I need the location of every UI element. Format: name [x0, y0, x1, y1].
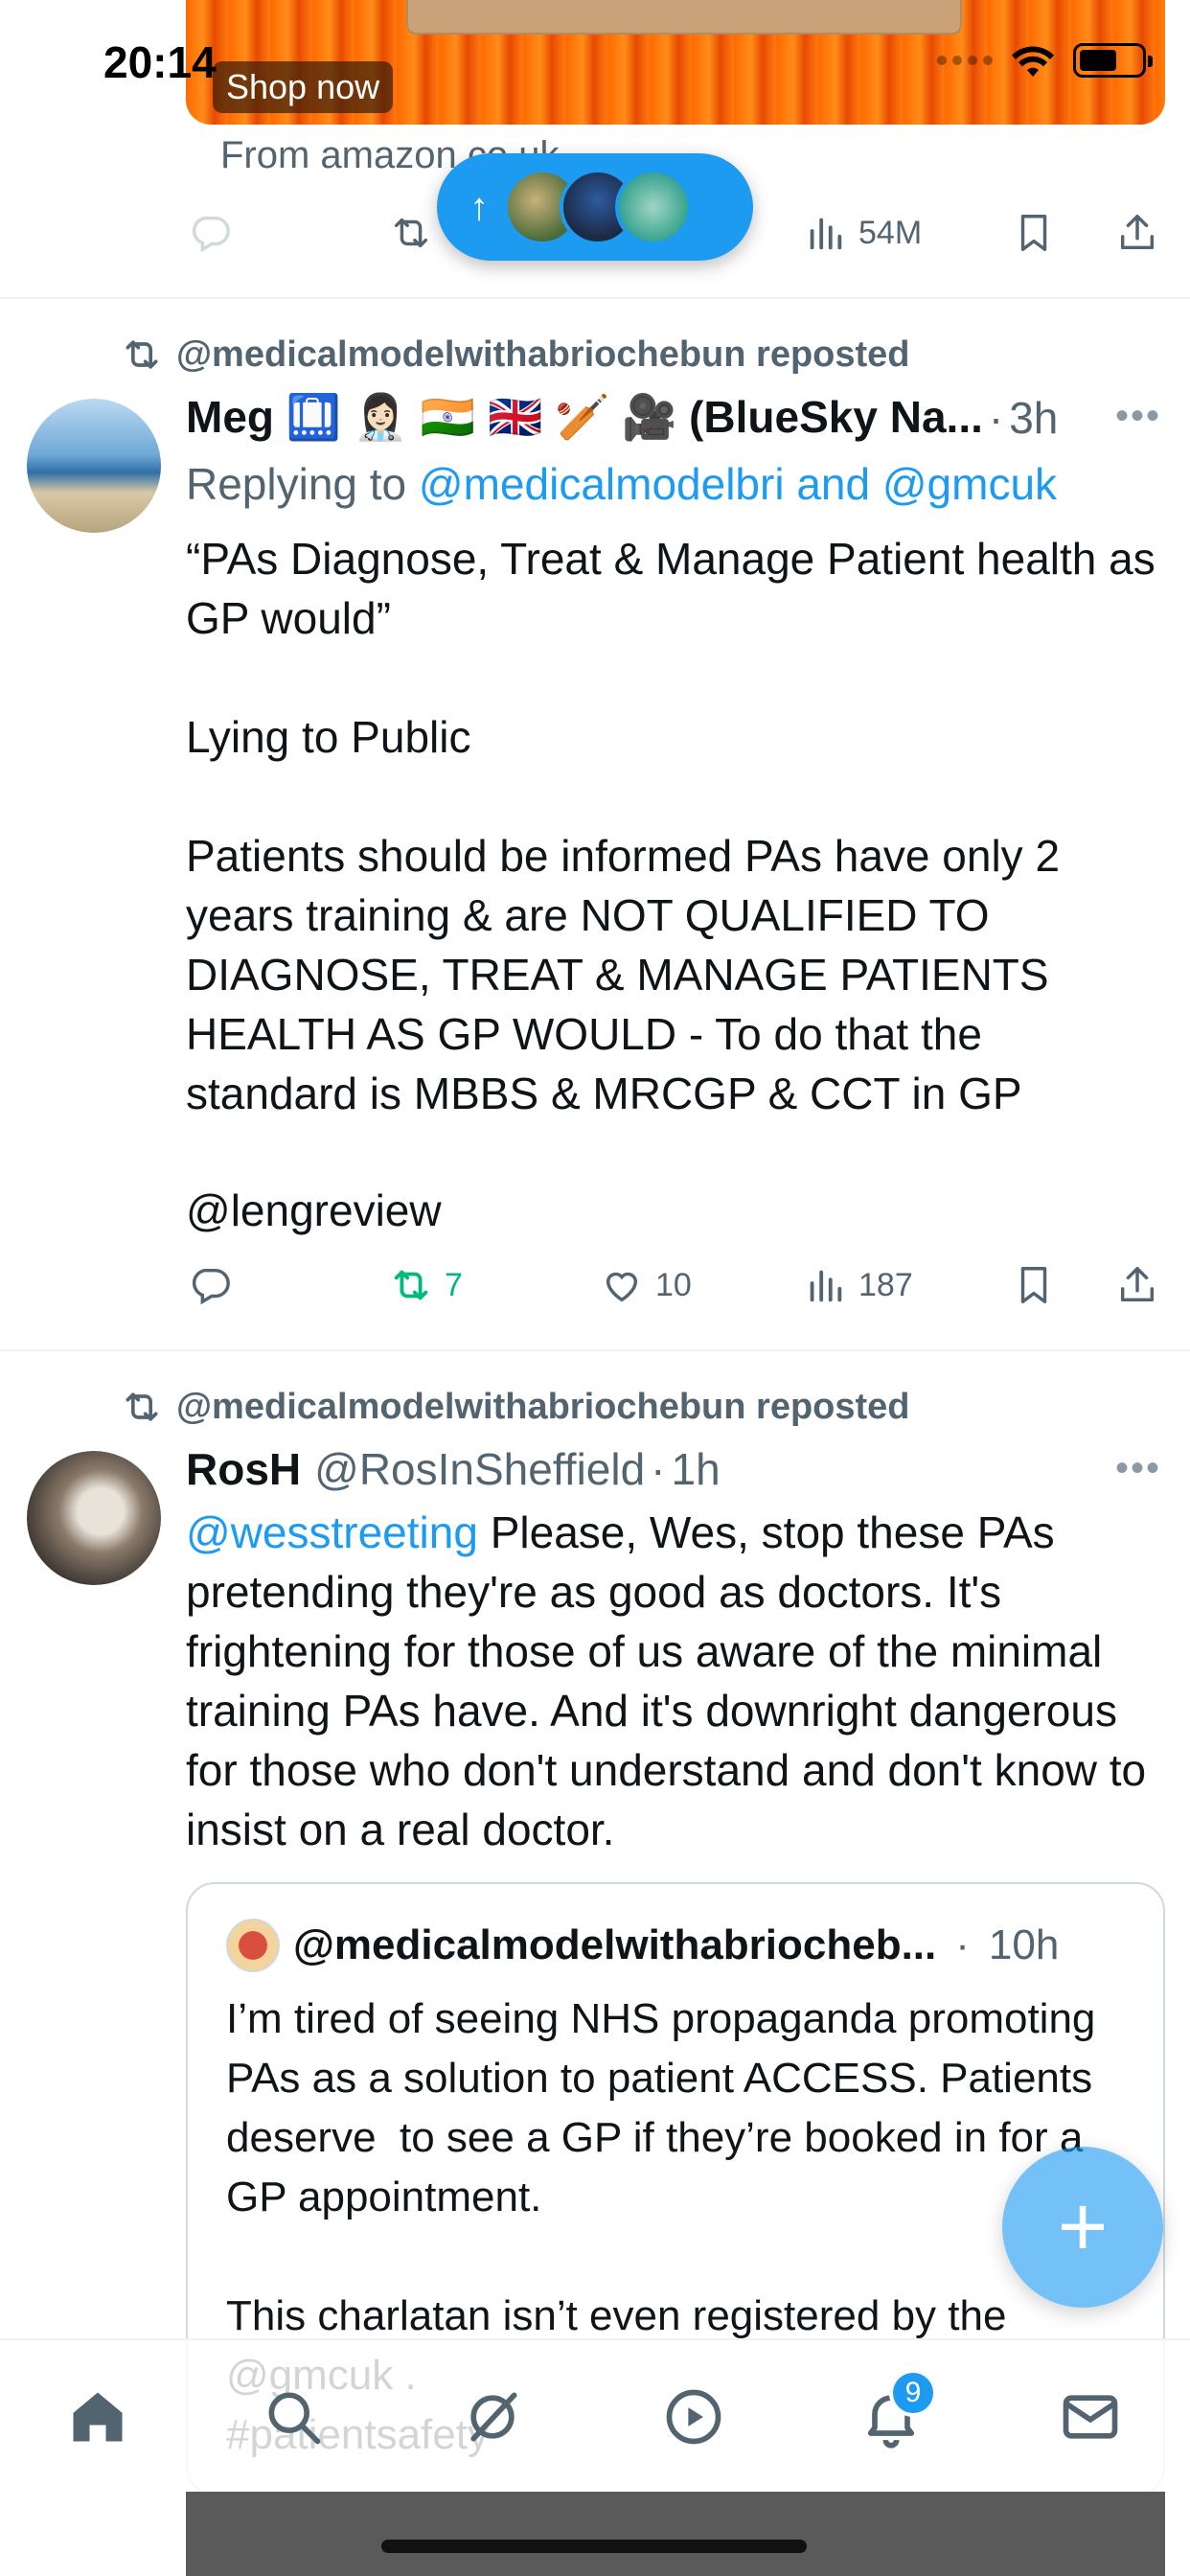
home-indicator[interactable] [381, 2540, 807, 2553]
bookmark-icon [1020, 1267, 1047, 1303]
mention-link[interactable]: @wesstreeting [186, 1507, 478, 1557]
quote-timestamp: 10h [988, 1921, 1060, 1968]
more-options-icon[interactable]: ••• [1115, 1447, 1161, 1490]
mail-icon [1063, 2395, 1118, 2439]
compose-button[interactable]: + [1002, 2147, 1163, 2308]
wifi-icon [1012, 46, 1054, 77]
reply-icon [192, 216, 230, 253]
new-posts-avatars [504, 169, 692, 245]
grok-icon [470, 2392, 517, 2442]
new-posts-pill[interactable]: ↑ [437, 153, 753, 261]
repost-icon [126, 1392, 158, 1421]
tab-search[interactable] [255, 2379, 332, 2455]
display-name[interactable]: RosH [186, 1443, 301, 1495]
more-options-icon[interactable]: ••• [1115, 395, 1161, 438]
repost-count: 7 [445, 1266, 463, 1303]
like-button[interactable]: 10 [600, 1263, 692, 1307]
tab-notifications[interactable]: 9 [853, 2369, 937, 2455]
divider [0, 297, 1190, 299]
quote-display-name: @medicalmodelwithabriocheb... [293, 1921, 937, 1968]
tweet-body: Please, Wes, stop these PAs pretending t… [186, 1507, 1158, 1854]
tweet-header: Meg 🛄 👩🏻‍⚕️ 🇮🇳 🇬🇧 🏏 🎥 (BlueSky Na... · 3… [186, 391, 1152, 444]
timestamp[interactable]: 3h [1009, 392, 1058, 444]
status-bar-indicators [937, 42, 1153, 79]
share-icon [1120, 1267, 1155, 1302]
status-bar-time: 20:14 [103, 37, 217, 87]
tab-home[interactable] [59, 2379, 136, 2455]
repost-indicator[interactable]: @medicalmodelwithabriochebun reposted [121, 1386, 910, 1428]
share-button[interactable] [1115, 1263, 1159, 1307]
share-icon [1120, 215, 1155, 250]
avatar[interactable] [27, 399, 161, 533]
tab-grok[interactable] [454, 2379, 531, 2455]
bottom-tab-bar: 9 [0, 2338, 1190, 2492]
divider [0, 1349, 1190, 1351]
views-icon [810, 218, 842, 250]
repost-icon [394, 218, 428, 248]
heart-icon [606, 1272, 638, 1302]
notification-badge: 9 [889, 2369, 937, 2417]
play-icon [666, 2389, 721, 2445]
avatar [226, 1919, 280, 1972]
repost-icon [126, 340, 158, 369]
avatar [615, 169, 692, 245]
battery-icon [1073, 43, 1153, 78]
replying-handles-link[interactable]: @medicalmodelbri and @gmcuk [419, 459, 1057, 509]
repost-by-label: @medicalmodelwithabriochebun reposted [176, 334, 910, 375]
timestamp[interactable]: 1h [672, 1443, 721, 1495]
tweet-text: @wesstreeting Please, Wes, stop these PA… [186, 1503, 1163, 1859]
replying-to: Replying to @medicalmodelbri and @gmcuk [186, 458, 1057, 510]
handle[interactable]: @RosInSheffield [314, 1443, 645, 1495]
views-icon [810, 1270, 842, 1302]
tweet-text: “PAs Diagnose, Treat & Manage Patient he… [186, 534, 1156, 1118]
views-button[interactable]: 54M [803, 211, 922, 255]
mention-link[interactable]: @lengreview [186, 1181, 1163, 1240]
reply-icon [192, 1268, 230, 1305]
tab-messages[interactable] [1052, 2379, 1129, 2455]
arrow-up-icon: ↑ [469, 185, 489, 228]
repost-by-label: @medicalmodelwithabriochebun reposted [176, 1386, 910, 1427]
reply-button[interactable] [188, 211, 232, 255]
bookmark-button[interactable] [1012, 1263, 1056, 1307]
home-area-background [186, 2492, 1165, 2576]
repost-button[interactable] [389, 211, 433, 255]
views-count: 187 [858, 1266, 913, 1303]
reply-button[interactable] [188, 1263, 232, 1307]
search-icon [268, 2392, 321, 2445]
like-count: 10 [655, 1266, 692, 1303]
views-button[interactable]: 187 [803, 1263, 913, 1307]
separator-dot: · [651, 1444, 666, 1494]
repost-button[interactable]: 7 [389, 1263, 463, 1307]
repost-indicator[interactable]: @medicalmodelwithabriochebun reposted [121, 334, 910, 376]
home-icon [73, 2392, 123, 2442]
display-name[interactable]: Meg 🛄 👩🏻‍⚕️ 🇮🇳 🇬🇧 🏏 🎥 (BlueSky Na... [186, 391, 983, 444]
replying-prefix: Replying to [186, 459, 419, 509]
share-button[interactable] [1115, 211, 1159, 255]
quote-header: @medicalmodelwithabriocheb... · 10h [226, 1919, 1059, 1972]
repost-icon [394, 1270, 428, 1300]
separator-dot: · [988, 392, 1004, 443]
views-count: 54M [858, 214, 923, 251]
signal-icon [937, 56, 993, 65]
shop-now-button[interactable]: Shop now [213, 61, 394, 113]
plus-icon: + [1057, 2178, 1109, 2275]
avatar[interactable] [27, 1451, 161, 1585]
tab-video[interactable] [655, 2379, 732, 2455]
separator-dot: · [955, 1921, 970, 1968]
tweet-header: RosH @RosInSheffield · 1h [186, 1443, 1152, 1495]
bookmark-icon [1020, 215, 1047, 251]
bookmark-button[interactable] [1012, 211, 1056, 255]
ad-product-box [406, 0, 962, 34]
